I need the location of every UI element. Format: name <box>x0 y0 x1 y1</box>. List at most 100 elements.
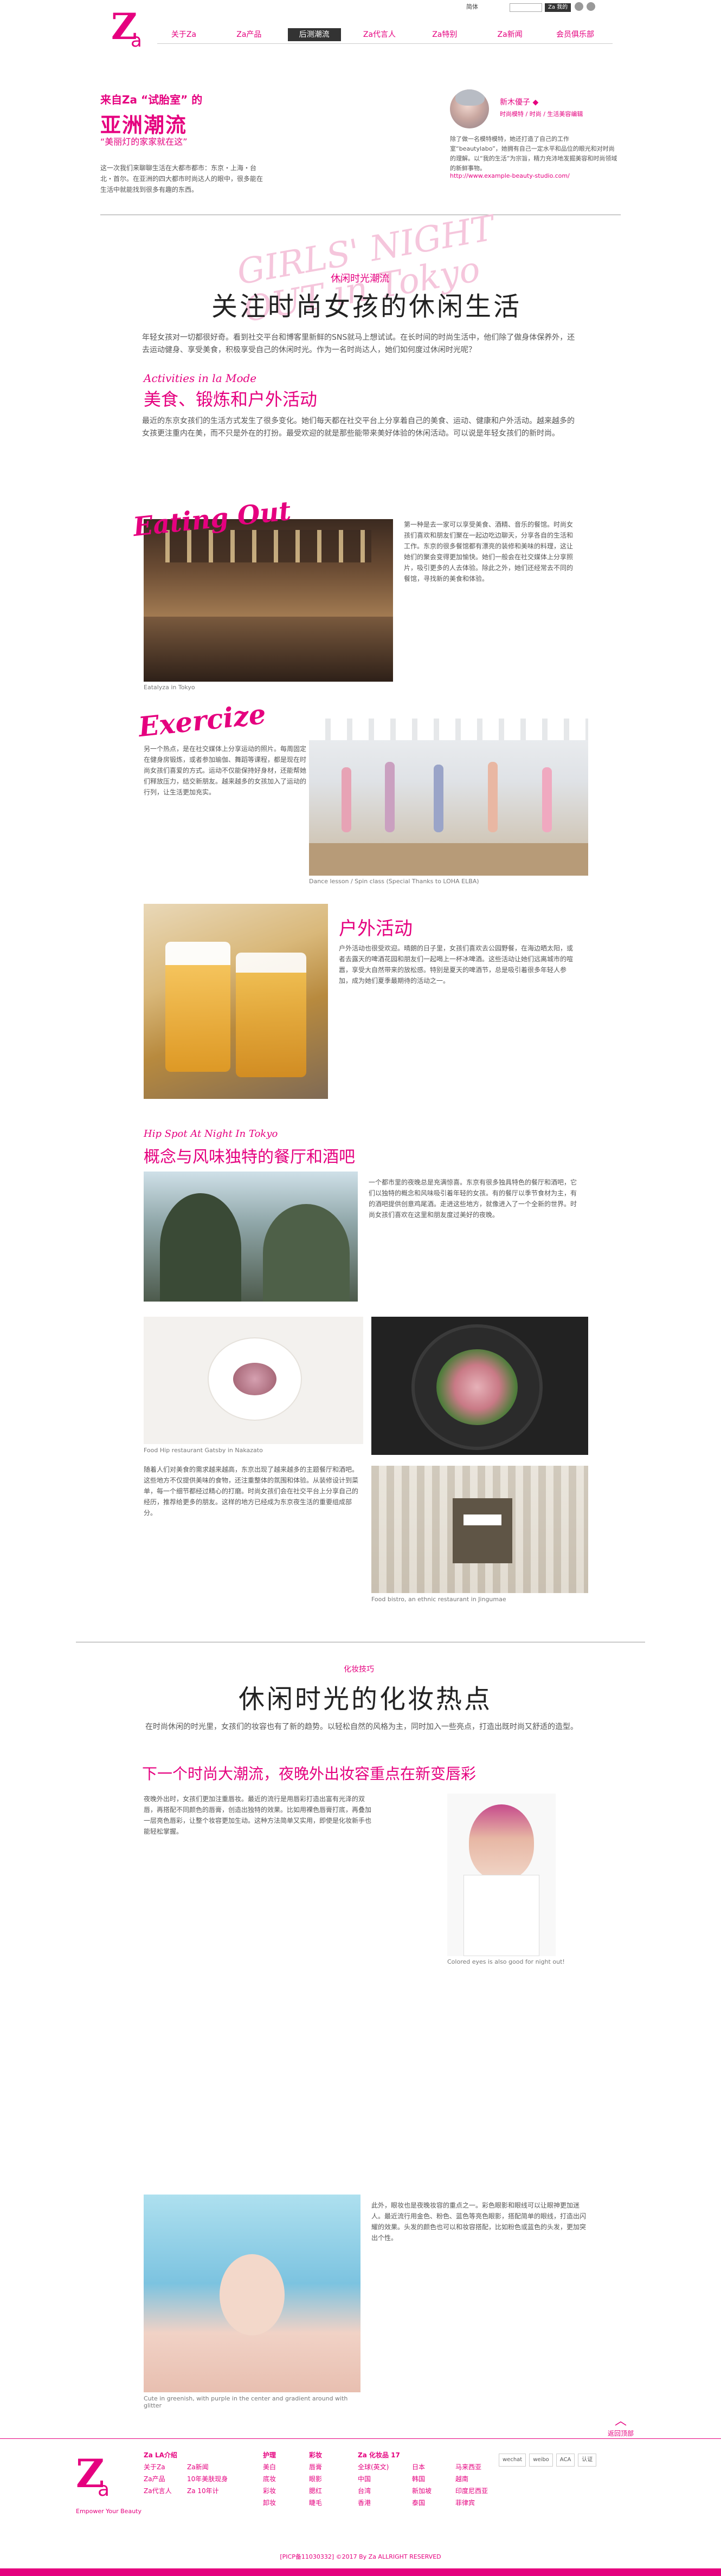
page-title: 亚洲潮流 <box>100 113 188 137</box>
author-link[interactable]: http://www.example-beauty-studio.com/ <box>450 172 570 179</box>
footer-col-5: Za 化妆品 17 全球(英文) 中国 台湾 香港 <box>358 2449 400 2509</box>
footer-link[interactable]: Za LA介绍 <box>144 2449 177 2461</box>
footer-link[interactable]: 彩妆 <box>309 2449 322 2461</box>
footer-link[interactable]: Za 10年计 <box>187 2485 228 2497</box>
footer-link[interactable]: 卸妆 <box>263 2497 276 2509</box>
footer-link[interactable]: 泰国 <box>412 2497 432 2509</box>
footer-bar <box>0 2568 721 2576</box>
footer-link[interactable]: Za代言人 <box>144 2485 177 2497</box>
nav-divider <box>157 43 613 44</box>
footer-link[interactable]: 日本 <box>412 2461 432 2473</box>
footer-link[interactable]: 彩妆 <box>263 2485 276 2497</box>
dessert-caption: Food Hip restaurant Gatsby in Nakazato <box>144 1447 263 1454</box>
footer-link[interactable]: Za 化妆品 17 <box>358 2449 400 2461</box>
search-input[interactable] <box>510 3 542 12</box>
section-script-heading: Activities in la Mode <box>144 372 257 385</box>
footer-col-1: Za LA介绍 关于Za Za产品 Za代言人 <box>144 2449 177 2497</box>
blue-hair-caption: Cute in greenish, with purple in the cen… <box>144 2395 348 2409</box>
svg-text:a: a <box>131 30 142 51</box>
footer-za-logo[interactable]: Z a <box>76 2449 119 2503</box>
page-subtitle: “美丽灯的家家就在这” <box>100 137 188 147</box>
author-avatar <box>450 89 489 128</box>
footer-link[interactable]: 底妆 <box>263 2473 276 2485</box>
nav-club[interactable]: 会员俱乐部 <box>549 28 602 41</box>
footer-link[interactable]: 关于Za <box>144 2461 177 2473</box>
footer-col-4: 彩妆 唇膏 眼影 腮红 睫毛 <box>309 2449 322 2509</box>
footer-link[interactable]: 睫毛 <box>309 2497 322 2509</box>
exercise-script: Exercize <box>137 697 268 743</box>
bistro-caption: Food bistro, an ethnic restaurant in Jin… <box>371 1596 506 1603</box>
section-body: 最近的东京女孩们的生活方式发生了很多变化。她们每天都在社交平台上分享着自己的美食… <box>142 417 575 438</box>
dance-studio-photo <box>309 719 588 876</box>
favorites-button[interactable]: Za 我的 <box>545 3 571 12</box>
makeup-text-2: 此外，眼妆也是夜晚妆容的重点之一。彩色眼影和眼线可以让眼神更加迷人。最近流行用金… <box>371 2202 587 2242</box>
footer-link[interactable]: 护理 <box>263 2449 276 2461</box>
nav-about[interactable]: 关于Za <box>157 28 210 41</box>
author-name: 新木優子 ◆ <box>500 98 539 107</box>
beer-photo <box>144 904 328 1099</box>
footer-link[interactable]: 腮红 <box>309 2485 322 2497</box>
footer-link[interactable]: 中国 <box>358 2473 400 2485</box>
section-tag: 休闲时光潮流 <box>331 273 389 284</box>
footer-link[interactable]: 新加坡 <box>412 2485 432 2497</box>
footer-link[interactable]: 台湾 <box>358 2485 400 2497</box>
nav-news[interactable]: Za新闻 <box>484 28 537 41</box>
footer-badges: wechat weibo ACA 认证 <box>499 2454 597 2467</box>
aca-badge: ACA <box>556 2454 575 2467</box>
restaurant-caption: Eatalyza in Tokyo <box>144 684 195 691</box>
section-subheading: 美食、锻炼和户外活动 <box>144 389 318 410</box>
footer-col-2: Za新闻 10年美肤现身 Za 10年计 <box>187 2449 228 2497</box>
za-logo[interactable]: Z a <box>111 5 150 54</box>
footer-col-7: 马来西亚 越南 印度尼西亚 菲律宾 <box>455 2449 488 2509</box>
main-nav: 关于Za Za产品 后测潮流 Za代言人 Za特别 Za新闻 会员俱乐部 <box>157 28 602 42</box>
footer-link[interactable]: 10年美肤现身 <box>187 2473 228 2485</box>
model-sketch-photo <box>447 1794 556 1956</box>
wechat-icon[interactable] <box>587 2 595 11</box>
footer-link[interactable]: Za产品 <box>144 2473 177 2485</box>
makeup-text-1: 夜晚外出时，女孩们更加注重唇妆。最近的流行是用唇彩打造出富有光泽的双唇，再搭配不… <box>144 1795 372 1835</box>
model-caption: Colored eyes is also good for night out! <box>447 1958 565 1965</box>
footer-link[interactable]: 美白 <box>263 2461 276 2473</box>
header-description: 这一次我们来聊聊生活在大都市都市：东京・上海・台北・首尔。在亚洲的四大都市时尚达… <box>100 164 263 193</box>
footer-link[interactable]: 马来西亚 <box>455 2461 488 2473</box>
header-tag: 来自Za “试胎室” 的 <box>100 93 203 106</box>
footer-col-6: 日本 韩国 新加坡 泰国 <box>412 2449 432 2509</box>
weibo-icon[interactable]: weibo <box>529 2454 553 2467</box>
footer-divider <box>0 2438 721 2439</box>
wechat-icon[interactable]: wechat <box>499 2454 526 2467</box>
footer-link[interactable]: 唇膏 <box>309 2461 322 2473</box>
dance-caption: Dance lesson / Spin class (Special Thank… <box>309 878 479 885</box>
chevron-up-icon: ︿ <box>614 2415 627 2428</box>
outdoor-title: 户外活动 <box>339 918 413 940</box>
footer-link[interactable]: 越南 <box>455 2473 488 2485</box>
footer-link[interactable] <box>455 2449 488 2461</box>
footer-link[interactable]: 韩国 <box>412 2473 432 2485</box>
footer-link[interactable] <box>187 2449 228 2461</box>
svg-text:a: a <box>98 2478 110 2501</box>
footer-link[interactable]: 菲律宾 <box>455 2497 488 2509</box>
salad-photo <box>371 1317 588 1455</box>
back-to-top-label: 返回顶部 <box>607 2430 634 2437</box>
footer-link[interactable]: Za新闻 <box>187 2461 228 2473</box>
restaurant-photo <box>144 519 393 682</box>
section-title: 关注时尚女孩的休闲生活 <box>211 292 522 322</box>
nav-ambassador[interactable]: Za代言人 <box>353 28 406 41</box>
footer-link[interactable]: 香港 <box>358 2497 400 2509</box>
language-selector[interactable]: 简体 <box>466 2 478 11</box>
nav-trends[interactable]: 后测潮流 <box>287 28 341 41</box>
weibo-icon[interactable] <box>575 2 583 11</box>
footer-link[interactable]: 全球(英文) <box>358 2461 400 2473</box>
footer-link[interactable] <box>412 2449 432 2461</box>
author-role: 时尚模特 / 时尚 / 生活美容编辑 <box>500 111 583 118</box>
footer-link[interactable]: 印度尼西亚 <box>455 2485 488 2497</box>
nav-products[interactable]: Za产品 <box>222 28 275 41</box>
nav-special[interactable]: Za特别 <box>418 28 471 41</box>
share-icons <box>575 2 613 13</box>
exercise-text: 另一个热点，是在社交媒体上分享运动的照片。每周固定在健身房锻炼，或者参加瑜伽、舞… <box>144 745 307 796</box>
section-intro: 年轻女孩对一切都很好奇。看到社交平台和博客里新鲜的SNS就马上想试试。在长时间的… <box>142 333 575 354</box>
back-to-top-button[interactable]: ︿ 返回顶部 <box>602 2411 640 2438</box>
footer-link[interactable]: 眼影 <box>309 2473 322 2485</box>
dessert-photo <box>144 1317 363 1444</box>
eating-text: 第一种是去一家可以享受美食、酒精、音乐的餐馆。时尚女孩们喜欢和朋友们聚在一起边吃… <box>404 521 574 582</box>
hotspot-script: Hip Spot At Night In Tokyo <box>144 1128 278 1140</box>
